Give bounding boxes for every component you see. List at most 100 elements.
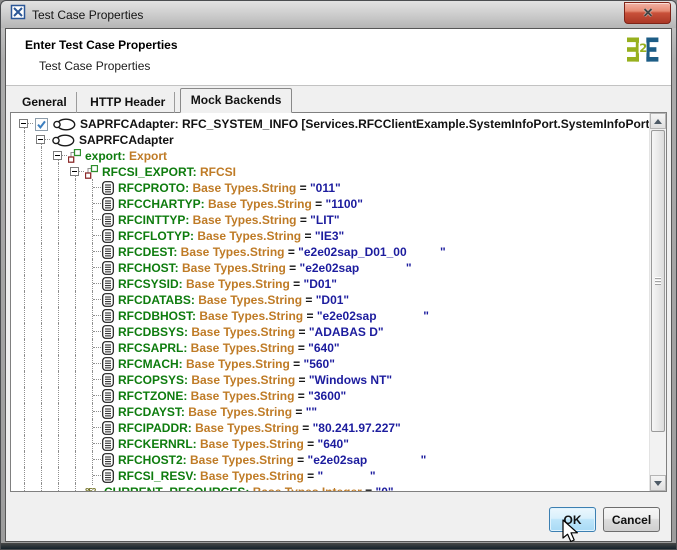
tree-branch [84, 452, 101, 468]
row-value: "560" [304, 357, 335, 371]
tree-row[interactable]: RFCPROTO: Base Types.String = "011" [16, 180, 649, 196]
tree-guide [33, 324, 50, 340]
expander-icon[interactable] [50, 148, 67, 164]
tree-guide [16, 372, 33, 388]
tree-branch [84, 308, 101, 324]
tree-branch [84, 228, 101, 244]
scroll-thumb[interactable] [651, 130, 665, 432]
tree-row-text: RFCSYSID: Base Types.String = "D01" [118, 276, 337, 292]
tree-row[interactable]: export: Export [16, 148, 649, 164]
scroll-up-button[interactable] [650, 113, 666, 129]
row-value: "3600" [308, 389, 346, 403]
tree-row-text: RFCDEST: Base Types.String = "e2e02sap_D… [118, 244, 446, 260]
header-title: Enter Test Case Properties [25, 38, 178, 52]
tree-row[interactable]: RFCDATABS: Base Types.String = "D01" [16, 292, 649, 308]
e2e-logo-icon: 2 [626, 36, 660, 69]
tree-row[interactable]: RFCOPSYS: Base Types.String = "Windows N… [16, 372, 649, 388]
row-name: RFCOPSYS: [118, 373, 191, 387]
tree-guide [33, 436, 50, 452]
tree-row-text: RFCINTTYP: Base Types.String = "LIT" [118, 212, 340, 228]
tree-row[interactable]: RFCTZONE: Base Types.String = "3600" [16, 388, 649, 404]
tree-branch [84, 260, 101, 276]
tab-mock-backends[interactable]: Mock Backends [180, 88, 293, 113]
row-name: RFCFLOTYP: [118, 229, 197, 243]
tab-http-header[interactable]: HTTP Header [81, 92, 175, 113]
row-equals: = [304, 437, 318, 451]
tree-guide [50, 452, 67, 468]
tree-row[interactable]: RFCCHARTYP: Base Types.String = "1100" [16, 196, 649, 212]
arrow-down-icon [654, 481, 662, 486]
tree-row-text: export: Export [85, 148, 167, 164]
row-name: RFCPROTO: [118, 181, 192, 195]
row-equals: = [362, 485, 376, 491]
tree-guide [16, 308, 33, 324]
row-type: Base Types.String [200, 437, 304, 451]
tree-guide [16, 164, 33, 180]
mock-backends-tree: SAPRFCAdapter: RFC_SYSTEM_INFO [Services… [11, 113, 649, 491]
row-type: Export [129, 149, 167, 163]
tree-guide [16, 196, 33, 212]
tree-guide [16, 228, 33, 244]
tree-row-text: RFCSI_RESV: Base Types.String = " " [118, 468, 376, 484]
close-icon [643, 4, 653, 22]
title-bar[interactable]: Test Case Properties [1, 1, 676, 28]
tree-row[interactable]: RFCHOST: Base Types.String = "e2e02sap " [16, 260, 649, 276]
tree-guide [33, 276, 50, 292]
tree-row-text: RFCHOST2: Base Types.String = "e2e02sap … [118, 452, 426, 468]
tree-row[interactable]: RFCMACH: Base Types.String = "560" [16, 356, 649, 372]
row-checkbox[interactable] [33, 118, 49, 131]
tab-general[interactable]: General [13, 92, 77, 113]
tree-branch [84, 356, 101, 372]
tree-row[interactable]: RFCSI_EXPORT: RFCSI [16, 164, 649, 180]
tree-row[interactable]: RFCKERNRL: Base Types.String = "640" [16, 436, 649, 452]
tree-guide [67, 196, 84, 212]
close-button[interactable] [624, 2, 671, 24]
tree-row[interactable]: RFCDBHOST: Base Types.String = "e2e02sap… [16, 308, 649, 324]
expander-icon[interactable] [16, 116, 33, 132]
tree-guide [33, 420, 50, 436]
row-name: RFCTZONE: [118, 389, 191, 403]
tree-row-text: RFCSAPRL: Base Types.String = "640" [118, 340, 340, 356]
tree-branch [84, 436, 101, 452]
tree-guide [67, 420, 84, 436]
expander-box [19, 119, 28, 128]
tree-row[interactable]: RFCINTTYP: Base Types.String = "LIT" [16, 212, 649, 228]
expander-icon[interactable] [33, 132, 50, 148]
tree-guide [16, 468, 33, 484]
row-name: RFCDEST: [118, 245, 181, 259]
tree-row[interactable]: RFCIPADDR: Base Types.String = "80.241.9… [16, 420, 649, 436]
row-equals: = [290, 357, 304, 371]
tree-row[interactable]: RFCDBSYS: Base Types.String = "ADABAS D" [16, 324, 649, 340]
tree-row[interactable]: 852CURRENT_RESOURCES: Base Types.Integer… [16, 484, 649, 491]
tree-branch [84, 372, 101, 388]
tree-guide [50, 308, 67, 324]
scroll-down-button[interactable] [650, 475, 666, 491]
tree-row[interactable]: RFCDEST: Base Types.String = "e2e02sap_D… [16, 244, 649, 260]
tree-row[interactable]: SAPRFCAdapter: RFC_SYSTEM_INFO [Services… [16, 116, 649, 132]
tree-guide [16, 388, 33, 404]
row-value: "0" [376, 485, 394, 491]
tree-guide [16, 356, 33, 372]
tree-guide [16, 324, 33, 340]
tree-row[interactable]: RFCDAYST: Base Types.String = "" [16, 404, 649, 420]
tree-row-text: SAPRFCAdapter [79, 132, 174, 148]
cancel-button[interactable]: Cancel [603, 507, 660, 532]
vertical-scrollbar[interactable] [649, 113, 666, 491]
row-name: RFCIPADDR: [118, 421, 195, 435]
struct-icon [68, 149, 81, 163]
tree-row[interactable]: SAPRFCAdapter [16, 132, 649, 148]
row-equals: = [295, 373, 309, 387]
row-name: RFCSI_RESV: [118, 469, 200, 483]
tree-guide [50, 324, 67, 340]
tree-guide [67, 180, 84, 196]
tree-guide [33, 388, 50, 404]
tree-row[interactable]: RFCSAPRL: Base Types.String = "640" [16, 340, 649, 356]
tree-row[interactable]: RFCHOST2: Base Types.String = "e2e02sap … [16, 452, 649, 468]
row-type: Base Types.String [186, 357, 290, 371]
tree-row[interactable]: RFCSI_RESV: Base Types.String = " " [16, 468, 649, 484]
tree-row[interactable]: RFCFLOTYP: Base Types.String = "IE3" [16, 228, 649, 244]
row-value: "011" [310, 181, 341, 195]
tree-row[interactable]: RFCSYSID: Base Types.String = "D01" [16, 276, 649, 292]
row-value: "80.241.97.227" [313, 421, 401, 435]
expander-icon[interactable] [67, 164, 84, 180]
